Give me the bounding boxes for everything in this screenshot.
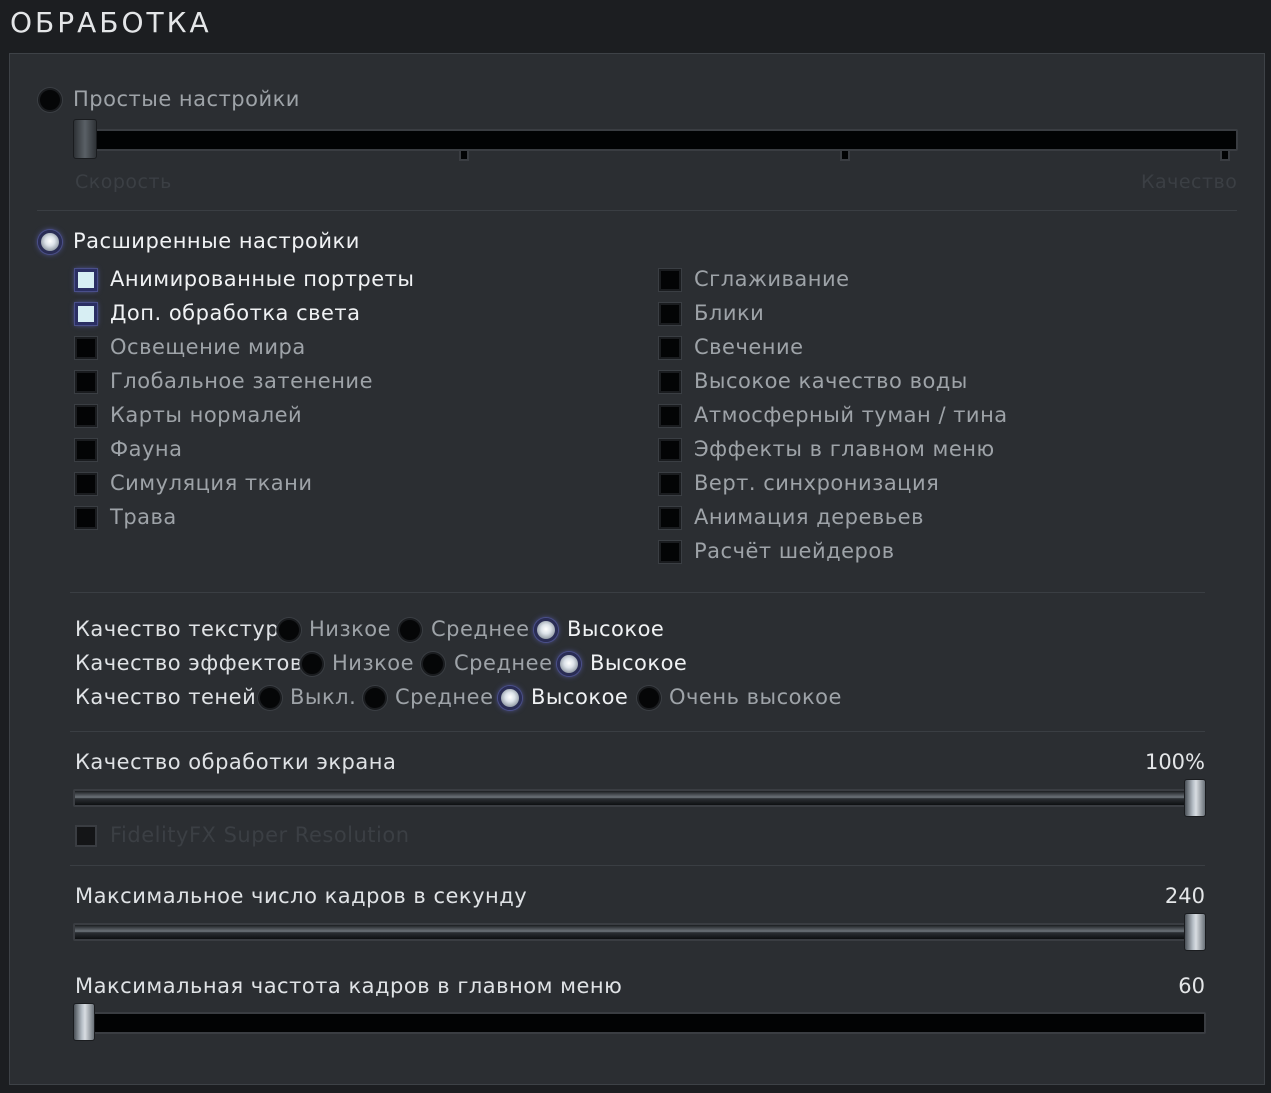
right-checkbox-label-3: Высокое качество воды [694,369,968,393]
shadow-quality-high-label: Высокое [531,685,629,709]
menu-fps-value: 60 [1178,974,1205,998]
right-checkbox-5[interactable] [659,439,681,461]
texture-quality-medium-radio[interactable] [398,618,422,642]
effects-quality-low-label: Низкое [332,651,415,675]
max-fps-slider-thumb[interactable] [1184,913,1206,951]
divider [70,865,1205,866]
divider [70,592,1205,593]
advanced-settings-label: Расширенные настройки [73,229,360,253]
simple-quality-slider-thumb[interactable] [73,119,97,159]
left-checkbox-2[interactable] [75,337,97,359]
right-checkbox-label-6: Верт. синхронизация [694,471,940,495]
right-checkbox-3[interactable] [659,371,681,393]
texture-quality-low-label: Низкое [309,617,392,641]
right-checkbox-0[interactable] [659,269,681,291]
right-checkbox-label-8: Расчёт шейдеров [694,539,895,563]
left-checkbox-6[interactable] [75,473,97,495]
right-checkbox-label-5: Эффекты в главном меню [694,437,995,461]
right-checkbox-8[interactable] [659,541,681,563]
simple-settings-label: Простые настройки [73,87,300,111]
slider-tick [1220,149,1230,161]
effects-quality-medium-radio[interactable] [421,652,445,676]
fsr-label: FidelityFX Super Resolution [110,823,410,847]
max-fps-slider-track[interactable] [73,923,1206,941]
right-checkbox-4[interactable] [659,405,681,427]
screen-quality-label: Качество обработки экрана [75,750,397,774]
right-checkbox-6[interactable] [659,473,681,495]
left-checkbox-label-5: Фауна [110,437,183,461]
left-checkbox-7[interactable] [75,507,97,529]
max-fps-value: 240 [1164,884,1205,908]
simple-settings-radio[interactable] [38,88,62,112]
shadow-quality-medium-label: Среднее [395,685,494,709]
divider [70,731,1205,732]
texture-quality-medium-label: Среднее [431,617,530,641]
left-checkbox-label-2: Освещение мира [110,335,306,359]
right-checkbox-label-0: Сглаживание [694,267,850,291]
right-checkbox-2[interactable] [659,337,681,359]
slider-right-label: Качество [1141,171,1238,193]
slider-tick [459,149,469,161]
effects-quality-medium-label: Среднее [454,651,553,675]
left-checkbox-label-6: Симуляция ткани [110,471,313,495]
effects-quality-high-radio[interactable] [557,652,581,676]
shadow-quality-very-high-label: Очень высокое [669,685,842,709]
texture-quality-high-radio[interactable] [534,618,558,642]
screen-quality-slider-track[interactable] [73,789,1206,807]
left-checkbox-label-0: Анимированные портреты [110,267,415,291]
menu-fps-slider-track[interactable] [73,1012,1206,1034]
menu-fps-label: Максимальная частота кадров в главном ме… [75,974,623,998]
shadow-quality-label: Качество теней [75,685,257,709]
shadow-quality-off-radio[interactable] [258,686,282,710]
effects-quality-label: Качество эффектов [75,651,303,675]
left-checkbox-5[interactable] [75,439,97,461]
screen-quality-value: 100% [1144,750,1205,774]
left-checkbox-label-1: Доп. обработка света [110,301,361,325]
left-checkbox-label-3: Глобальное затенение [110,369,374,393]
texture-quality-low-radio[interactable] [277,618,301,642]
right-checkbox-1[interactable] [659,303,681,325]
screen-quality-slider-thumb[interactable] [1184,779,1206,817]
shadow-quality-medium-radio[interactable] [363,686,387,710]
texture-quality-high-label: Высокое [567,617,665,641]
fsr-checkbox[interactable] [75,825,97,847]
right-checkbox-label-1: Блики [694,301,765,325]
left-checkbox-3[interactable] [75,371,97,393]
texture-quality-label: Качество текстур [75,617,280,641]
slider-left-label: Скорость [75,171,172,193]
slider-tick [840,149,850,161]
right-checkbox-label-4: Атмосферный туман / тина [694,403,1008,427]
page-title: ОБРАБОТКА [10,6,212,39]
effects-quality-low-radio[interactable] [300,652,324,676]
shadow-quality-very-high-radio[interactable] [637,686,661,710]
shadow-quality-high-radio[interactable] [498,686,522,710]
left-checkbox-1[interactable] [75,303,97,325]
right-checkbox-label-2: Свечение [694,335,804,359]
effects-quality-high-label: Высокое [590,651,688,675]
advanced-settings-radio[interactable] [38,230,62,254]
left-checkbox-0[interactable] [75,269,97,291]
simple-quality-slider-track[interactable] [73,129,1238,151]
left-checkbox-label-7: Трава [110,505,177,529]
menu-fps-slider-thumb[interactable] [73,1003,95,1041]
left-checkbox-label-4: Карты нормалей [110,403,303,427]
max-fps-label: Максимальное число кадров в секунду [75,884,528,908]
shadow-quality-off-label: Выкл. [290,685,357,709]
right-checkbox-7[interactable] [659,507,681,529]
divider [37,210,1237,211]
left-checkbox-4[interactable] [75,405,97,427]
right-checkbox-label-7: Анимация деревьев [694,505,924,529]
